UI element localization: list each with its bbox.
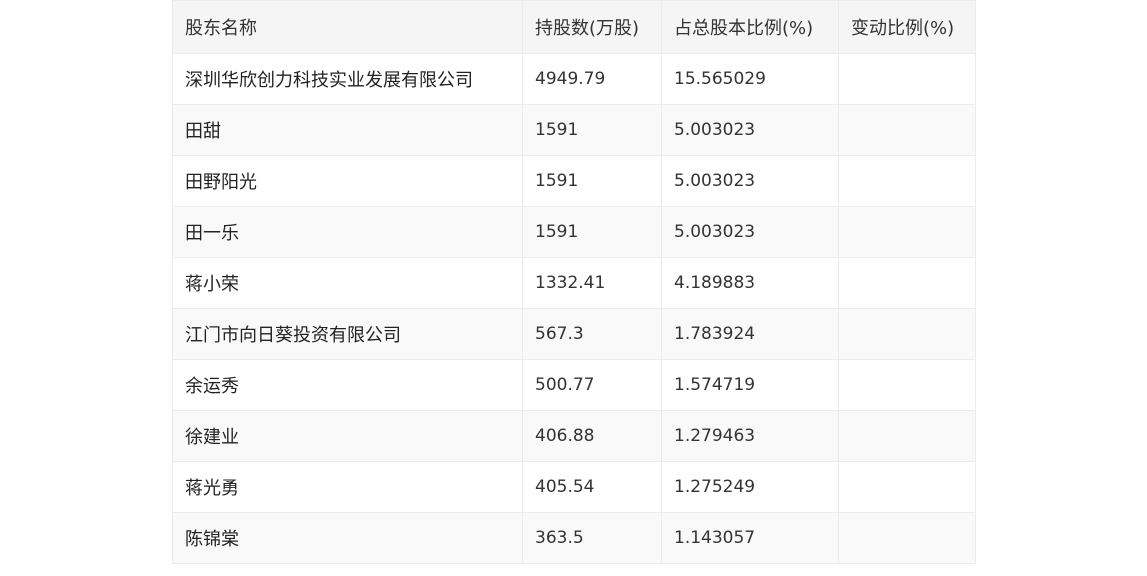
shares-held-cell: 1332.41 — [522, 257, 662, 309]
change-ratio-cell — [838, 206, 976, 258]
change-ratio-cell — [838, 53, 976, 105]
shareholder-name-cell: 田甜 — [172, 104, 523, 156]
change-ratio-cell — [838, 257, 976, 309]
table-row: 蒋小荣 1332.41 4.189883 — [172, 257, 976, 309]
table-row: 陈锦棠 363.5 1.143057 — [172, 512, 976, 564]
change-ratio-cell — [838, 410, 976, 462]
change-ratio-cell — [838, 308, 976, 360]
header-shareholder-name: 股东名称 — [172, 0, 523, 54]
shares-held-cell: 500.77 — [522, 359, 662, 411]
table-row: 田一乐 1591 5.003023 — [172, 206, 976, 258]
share-ratio-cell: 5.003023 — [661, 104, 839, 156]
shares-held-cell: 567.3 — [522, 308, 662, 360]
shareholder-name-cell: 蒋小荣 — [172, 257, 523, 309]
change-ratio-cell — [838, 359, 976, 411]
shareholder-table: 股东名称 持股数(万股) 占总股本比例(%) 变动比例(%) 深圳华欣创力科技实… — [172, 0, 976, 564]
share-ratio-cell: 5.003023 — [661, 206, 839, 258]
share-ratio-cell: 1.275249 — [661, 461, 839, 513]
table-row: 深圳华欣创力科技实业发展有限公司 4949.79 15.565029 — [172, 53, 976, 105]
shareholder-name-cell: 蒋光勇 — [172, 461, 523, 513]
shareholder-name-cell: 田野阳光 — [172, 155, 523, 207]
share-ratio-cell: 1.574719 — [661, 359, 839, 411]
shares-held-cell: 1591 — [522, 206, 662, 258]
header-change-ratio: 变动比例(%) — [838, 0, 976, 54]
table-body: 深圳华欣创力科技实业发展有限公司 4949.79 15.565029 田甜 15… — [172, 53, 976, 564]
table-header: 股东名称 持股数(万股) 占总股本比例(%) 变动比例(%) — [172, 0, 976, 54]
shareholder-name-cell: 田一乐 — [172, 206, 523, 258]
shares-held-cell: 405.54 — [522, 461, 662, 513]
share-ratio-cell: 1.279463 — [661, 410, 839, 462]
table-row: 田甜 1591 5.003023 — [172, 104, 976, 156]
share-ratio-cell: 1.143057 — [661, 512, 839, 564]
shareholder-name-cell: 深圳华欣创力科技实业发展有限公司 — [172, 53, 523, 105]
shareholder-table-container: 股东名称 持股数(万股) 占总股本比例(%) 变动比例(%) 深圳华欣创力科技实… — [172, 0, 976, 564]
table-row: 江门市向日葵投资有限公司 567.3 1.783924 — [172, 308, 976, 360]
change-ratio-cell — [838, 461, 976, 513]
share-ratio-cell: 4.189883 — [661, 257, 839, 309]
shareholder-name-cell: 徐建业 — [172, 410, 523, 462]
change-ratio-cell — [838, 512, 976, 564]
header-row: 股东名称 持股数(万股) 占总股本比例(%) 变动比例(%) — [172, 0, 976, 54]
table-row: 余运秀 500.77 1.574719 — [172, 359, 976, 411]
table-row: 徐建业 406.88 1.279463 — [172, 410, 976, 462]
shareholder-name-cell: 余运秀 — [172, 359, 523, 411]
table-row: 蒋光勇 405.54 1.275249 — [172, 461, 976, 513]
share-ratio-cell: 1.783924 — [661, 308, 839, 360]
header-share-ratio: 占总股本比例(%) — [661, 0, 839, 54]
change-ratio-cell — [838, 104, 976, 156]
shares-held-cell: 363.5 — [522, 512, 662, 564]
shares-held-cell: 406.88 — [522, 410, 662, 462]
shares-held-cell: 1591 — [522, 155, 662, 207]
change-ratio-cell — [838, 155, 976, 207]
share-ratio-cell: 5.003023 — [661, 155, 839, 207]
shares-held-cell: 1591 — [522, 104, 662, 156]
shares-held-cell: 4949.79 — [522, 53, 662, 105]
table-row: 田野阳光 1591 5.003023 — [172, 155, 976, 207]
header-shares-held: 持股数(万股) — [522, 0, 662, 54]
shareholder-name-cell: 陈锦棠 — [172, 512, 523, 564]
shareholder-name-cell: 江门市向日葵投资有限公司 — [172, 308, 523, 360]
share-ratio-cell: 15.565029 — [661, 53, 839, 105]
